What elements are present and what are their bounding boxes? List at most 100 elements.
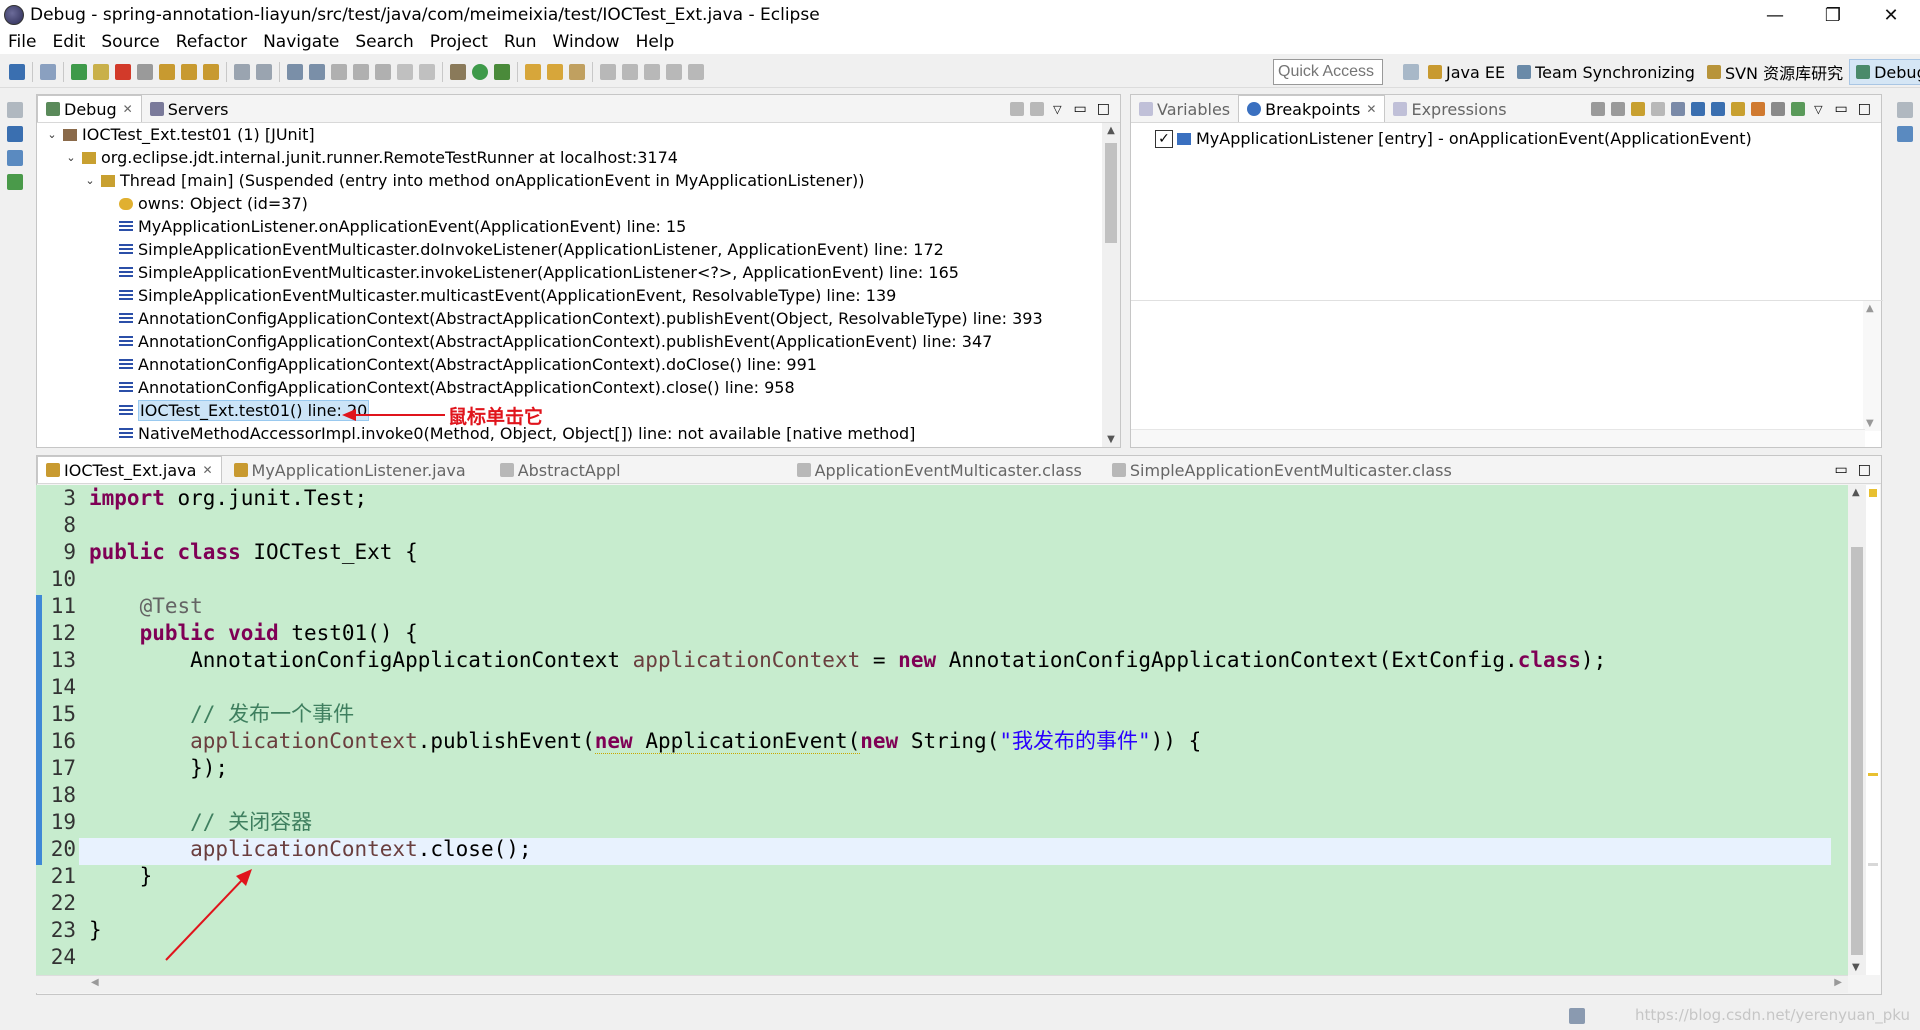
tab-ioctest-ext[interactable]: IOCTest_Ext.java ✕ <box>37 456 222 483</box>
step-return-icon[interactable] <box>203 63 219 80</box>
new-icon[interactable] <box>287 63 303 80</box>
close-icon[interactable]: ✕ <box>202 463 212 477</box>
scroll-left-icon[interactable]: ◀ <box>91 977 99 988</box>
scrollbar-thumb[interactable] <box>1851 547 1863 955</box>
toggle-icon[interactable] <box>419 63 435 80</box>
occurrence-marker[interactable] <box>1868 863 1878 866</box>
show-supported-icon[interactable] <box>1631 102 1646 116</box>
step-into-icon[interactable] <box>159 63 175 80</box>
breakpoint-checkbox[interactable]: ✓ <box>1155 129 1173 148</box>
stack-frame-row-selected[interactable]: IOCTest_Ext.test01() line: 20 <box>119 399 370 422</box>
scroll-down-icon[interactable]: ▼ <box>1102 434 1120 445</box>
disconnect-icon[interactable] <box>137 63 153 80</box>
editor-scrollbar[interactable]: ▲ ▼ <box>1848 485 1866 975</box>
add-exception-breakpoint-icon[interactable] <box>1751 102 1766 116</box>
link-icon[interactable] <box>1731 102 1746 116</box>
save-icon[interactable] <box>9 63 25 80</box>
detail-pane-hscrollbar[interactable] <box>1131 429 1865 447</box>
tree-row-thread[interactable]: ⌄ Thread [main] (Suspended (entry into m… <box>83 169 864 192</box>
scroll-right-icon[interactable]: ▶ <box>1834 977 1842 988</box>
progress-icon[interactable] <box>1569 1008 1585 1024</box>
stack-frame-row[interactable]: AnnotationConfigApplicationContext(Abstr… <box>119 330 992 353</box>
scroll-up-icon[interactable]: ▲ <box>1866 303 1874 314</box>
navigator-icon[interactable] <box>7 150 23 166</box>
use-step-filters-icon[interactable] <box>256 63 272 80</box>
tab-breakpoints[interactable]: Breakpoints ✕ <box>1238 95 1386 122</box>
forward-icon[interactable] <box>688 63 704 80</box>
perspective-java-ee[interactable]: Java EE <box>1422 59 1511 85</box>
tree-row-process[interactable]: ⌄ org.eclipse.jdt.internal.junit.runner.… <box>64 146 678 169</box>
maximize-view-icon[interactable]: □ <box>1858 462 1871 478</box>
menu-project[interactable]: Project <box>422 32 496 52</box>
menu-search[interactable]: Search <box>347 32 421 52</box>
scroll-up-icon[interactable]: ▲ <box>1102 125 1120 136</box>
view-menu-icon[interactable]: ▽ <box>1053 103 1061 116</box>
stack-frame-row[interactable]: SimpleApplicationEventMulticaster.doInvo… <box>119 238 944 261</box>
chevron-down-icon[interactable]: ⌄ <box>45 128 59 141</box>
suspend-icon[interactable] <box>93 63 109 80</box>
scroll-down-icon[interactable]: ▼ <box>1852 962 1860 973</box>
tab-abstract-appl[interactable]: AbstractAppl <box>492 457 629 483</box>
tab-debug[interactable]: Debug ✕ <box>37 95 142 122</box>
coverage-icon[interactable] <box>494 63 510 80</box>
minimize-button[interactable]: — <box>1746 0 1804 30</box>
stack-frame-row[interactable]: MyApplicationListener.onApplicationEvent… <box>119 215 686 238</box>
tab-my-application-listener[interactable]: MyApplicationListener.java <box>226 457 474 483</box>
editor-hscrollbar[interactable]: ◀ ▶ <box>36 975 1848 993</box>
print-icon[interactable] <box>331 63 347 80</box>
close-icon[interactable]: ✕ <box>123 102 133 116</box>
stack-frame-row[interactable]: AnnotationConfigApplicationContext(Abstr… <box>119 353 817 376</box>
prev-annotation-icon[interactable] <box>622 63 638 80</box>
close-icon[interactable]: ✕ <box>1366 102 1376 116</box>
scrollbar-thumb[interactable] <box>1105 143 1117 243</box>
detail-pane-scrollbar[interactable]: ▲ ▼ <box>1863 301 1881 431</box>
terminate-icon[interactable] <box>115 63 131 80</box>
menu-navigate[interactable]: Navigate <box>255 32 347 52</box>
scroll-down-icon[interactable]: ▼ <box>1866 418 1874 429</box>
menu-file[interactable]: File <box>0 32 44 52</box>
occurrence-marker[interactable] <box>1868 773 1878 776</box>
project-explorer-icon[interactable] <box>7 126 23 142</box>
tree-row-launch[interactable]: ⌄ IOCTest_Ext.test01 (1) [JUnit] <box>45 123 314 146</box>
menu-edit[interactable]: Edit <box>44 32 93 52</box>
overview-ruler[interactable] <box>1866 485 1880 975</box>
maximize-button[interactable]: ❐ <box>1804 0 1862 30</box>
last-edit-icon[interactable] <box>644 63 660 80</box>
export-icon[interactable] <box>1791 102 1806 116</box>
open-perspective-icon[interactable] <box>1403 64 1419 80</box>
breakpoint-item[interactable]: ✓ MyApplicationListener [entry] - onAppl… <box>1155 127 1752 150</box>
menu-source[interactable]: Source <box>93 32 167 52</box>
import-icon[interactable] <box>1771 102 1786 116</box>
view-menu-icon[interactable]: ▽ <box>1814 103 1822 116</box>
menu-refactor[interactable]: Refactor <box>168 32 255 52</box>
menu-run[interactable]: Run <box>496 32 545 52</box>
minimize-view-icon[interactable]: ▭ <box>1074 101 1087 117</box>
step-over-icon[interactable] <box>181 63 197 80</box>
outline-icon[interactable] <box>7 174 23 190</box>
stack-frame-row[interactable]: AnnotationConfigApplicationContext(Abstr… <box>119 376 795 399</box>
remove-terminated-icon[interactable] <box>1010 102 1025 116</box>
minimize-view-icon[interactable]: ▭ <box>1835 462 1848 478</box>
goto-file-icon[interactable] <box>1651 102 1666 116</box>
pin-icon[interactable] <box>375 63 391 80</box>
code-editor[interactable]: 3 8 9 10 11 12 13 14 15 16 17 18 19 20 2… <box>36 485 1848 975</box>
skip-breakpoints-icon[interactable] <box>40 63 56 80</box>
perspective-svn[interactable]: SVN 资源库研究 <box>1701 59 1849 85</box>
maximize-view-icon[interactable]: □ <box>1097 101 1110 117</box>
minimize-view-icon[interactable]: ▭ <box>1835 101 1848 117</box>
remove-all-breakpoints-icon[interactable] <box>1611 102 1626 116</box>
stack-frame-row[interactable]: SimpleApplicationEventMulticaster.invoke… <box>119 261 959 284</box>
tree-row-monitor[interactable]: owns: Object (id=37) <box>119 192 308 215</box>
pencil-icon[interactable] <box>569 63 585 80</box>
skip-all-icon[interactable] <box>1671 102 1686 116</box>
scroll-up-icon[interactable]: ▲ <box>1852 487 1860 498</box>
debug-tree-scrollbar[interactable]: ▲ ▼ <box>1102 123 1120 447</box>
restore-right-icon[interactable] <box>1897 102 1913 118</box>
tab-simple-application-event-multicaster[interactable]: SimpleApplicationEventMulticaster.class <box>1104 457 1460 483</box>
perspective-team-sync[interactable]: Team Synchronizing <box>1511 59 1701 85</box>
collapse-all-icon[interactable] <box>1711 102 1726 116</box>
perspective-debug[interactable]: Debug <box>1849 59 1920 85</box>
menu-help[interactable]: Help <box>628 32 683 52</box>
warning-marker[interactable] <box>1869 489 1877 497</box>
resume-icon[interactable] <box>71 63 87 80</box>
